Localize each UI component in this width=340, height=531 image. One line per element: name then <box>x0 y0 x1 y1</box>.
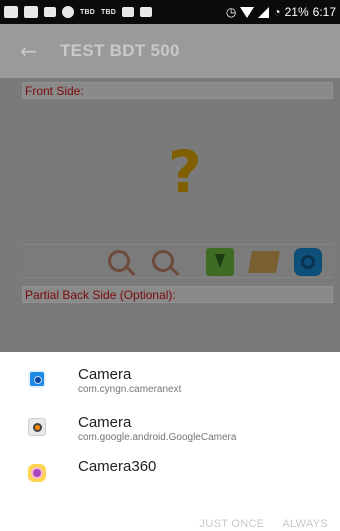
status-bar: TBD TBD ◷ ◔ 21% 6:17 <box>0 0 340 24</box>
video-icon <box>140 7 152 17</box>
notification-icons: TBD TBD <box>4 6 152 18</box>
camera-icon[interactable] <box>294 248 322 276</box>
zoom-in-icon[interactable] <box>108 250 130 272</box>
image-icon <box>44 7 56 17</box>
chooser-item-camera-cyngn[interactable]: Camera com.cyngn.cameranext <box>0 360 340 404</box>
alarm-icon: ◷ <box>225 5 237 19</box>
download-icon[interactable] <box>206 248 234 276</box>
wifi-icon <box>240 6 255 18</box>
always-button[interactable]: ALWAYS <box>282 518 328 530</box>
app-name: Camera <box>78 414 132 431</box>
just-once-button[interactable]: JUST ONCE <box>200 518 265 530</box>
front-side-label: Front Side: <box>25 84 84 98</box>
app-package: com.google.android.GoogleCamera <box>78 432 237 443</box>
page-title: TEST BDT 500 <box>60 41 180 60</box>
tbd-badge-2: TBD <box>101 8 116 16</box>
clock: 6:17 <box>312 5 336 19</box>
app-bar: ← TEST BDT 500 <box>0 24 340 78</box>
message-icon <box>4 6 18 18</box>
image-tools-bar <box>22 244 333 278</box>
app-package: com.cyngn.cameranext <box>78 384 182 395</box>
signal-icon <box>258 6 270 18</box>
partial-back-side-label: Partial Back Side (Optional): <box>25 288 176 302</box>
app-name: Camera360 <box>78 458 157 475</box>
google-camera-icon <box>28 418 46 436</box>
document-capture-area: Front Side: ? Partial Back Side (Optiona… <box>0 78 340 352</box>
partial-back-side-header: Partial Back Side (Optional): <box>22 286 333 303</box>
system-icons: ◷ ◔ 21% 6:17 <box>226 5 336 19</box>
chooser-item-camera360[interactable]: Camera360 <box>0 452 340 496</box>
tbd-badge-1: TBD <box>80 8 95 16</box>
chooser-item-camera-google[interactable]: Camera com.google.android.GoogleCamera <box>0 408 340 452</box>
zoom-out-icon[interactable] <box>152 250 174 272</box>
folder-icon[interactable] <box>248 251 280 273</box>
hangouts-icon <box>24 6 38 18</box>
chooser-actions: JUST ONCE ALWAYS <box>200 518 328 530</box>
placeholder-question-icon: ? <box>168 138 202 206</box>
camera-icon <box>28 370 46 388</box>
calendar-icon <box>122 7 134 17</box>
back-arrow-icon[interactable]: ← <box>20 39 46 63</box>
app-chooser-sheet: Camera com.cyngn.cameranext Camera com.g… <box>0 352 340 531</box>
app-name: Camera <box>78 366 132 383</box>
front-side-header: Front Side: <box>22 82 333 99</box>
battery-icon: ◔ <box>273 5 281 19</box>
shield-icon <box>62 6 74 18</box>
battery-percent: 21% <box>284 5 309 19</box>
camera360-icon <box>28 464 46 482</box>
